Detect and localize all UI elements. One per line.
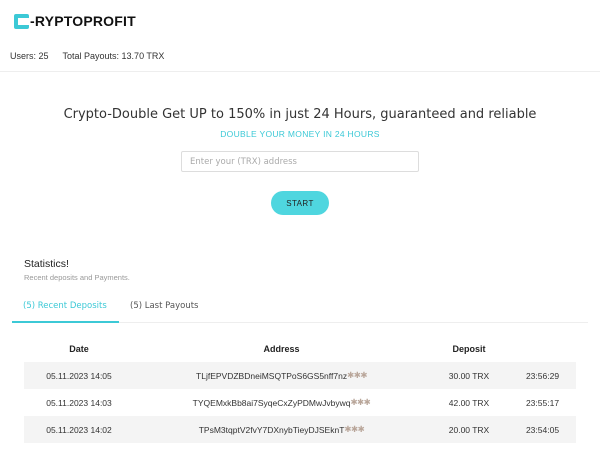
- logo-text: -RYPTOPROFIT: [30, 13, 136, 29]
- statistics-title: Statistics!: [24, 258, 69, 270]
- row-time: 23:54:05: [525, 424, 560, 435]
- row-address: TYQEMxkBb8ai7SyqeCxZyPDMwJvbywq ✱✱✱: [154, 389, 409, 416]
- masked-chars: ✱✱✱: [350, 397, 371, 407]
- address-text: TLjfEPVDZBDneiMSQTPoS6GS5nff7nz: [196, 370, 348, 381]
- masked-chars: ✱✱✱: [347, 370, 367, 380]
- tab-last-payouts[interactable]: (5) Last Payouts: [130, 297, 198, 323]
- masked-chars: ✱✱✱: [344, 424, 365, 434]
- header-deposit: Deposit: [452, 344, 486, 354]
- header-address: Address: [263, 344, 300, 354]
- total-payouts: Total Payouts: 13.70 TRX: [62, 51, 165, 61]
- hero-title: Crypto-Double Get UP to 150% in just 24 …: [63, 107, 537, 122]
- table-row: 05.11.2023 14:05 TLjfEPVDZBDneiMSQTPoS6G…: [24, 362, 576, 389]
- trx-address-input[interactable]: [181, 151, 419, 172]
- hero-subtitle: DOUBLE YOUR MONEY IN 24 HOURS: [220, 129, 380, 139]
- table-header: Date Address Deposit: [24, 336, 576, 362]
- site-header: -RYPTOPROFIT Users: 25 Total Payouts: 13.…: [0, 0, 600, 72]
- table-row: 05.11.2023 14:03 TYQEMxkBb8ai7SyqeCxZyPD…: [24, 389, 576, 416]
- row-time: 23:55:17: [525, 397, 560, 408]
- tab-recent-deposits[interactable]: (5) Recent Deposits: [12, 297, 119, 323]
- row-time: 23:56:29: [525, 370, 560, 381]
- statistics-description: Recent deposits and Payments.: [24, 273, 130, 282]
- row-address: TLjfEPVDZBDneiMSQTPoS6GS5nff7nz ✱✱✱: [154, 362, 409, 389]
- row-deposit: 20.00 TRX: [448, 424, 490, 435]
- header-time: [509, 336, 576, 362]
- row-deposit: 30.00 TRX: [448, 370, 490, 381]
- row-address: TPsM3tqptV2fvY7DXnybTieyDJSEknT ✱✱✱: [154, 416, 409, 443]
- address-text: TPsM3tqptV2fvY7DXnybTieyDJSEknT: [198, 424, 345, 435]
- address-text: TYQEMxkBb8ai7SyqeCxZyPDMwJvbywq: [192, 397, 351, 408]
- deposits-table: Date Address Deposit 05.11.2023 14:05 TL…: [24, 336, 576, 443]
- row-date: 05.11.2023 14:05: [46, 370, 112, 381]
- table-row: 05.11.2023 14:02 TPsM3tqptV2fvY7DXnybTie…: [24, 416, 576, 443]
- row-deposit: 42.00 TRX: [448, 397, 490, 408]
- row-date: 05.11.2023 14:02: [46, 424, 112, 435]
- logo-c-icon: [14, 13, 29, 29]
- row-date: 05.11.2023 14:03: [46, 397, 112, 408]
- statistics-tabs: (5) Recent Deposits (5) Last Payouts: [12, 297, 588, 323]
- site-stats: Users: 25 Total Payouts: 13.70 TRX: [10, 51, 164, 61]
- header-date: Date: [69, 344, 89, 354]
- start-button[interactable]: START: [271, 191, 329, 215]
- users-count: Users: 25: [10, 51, 49, 61]
- site-logo[interactable]: -RYPTOPROFIT: [14, 12, 136, 30]
